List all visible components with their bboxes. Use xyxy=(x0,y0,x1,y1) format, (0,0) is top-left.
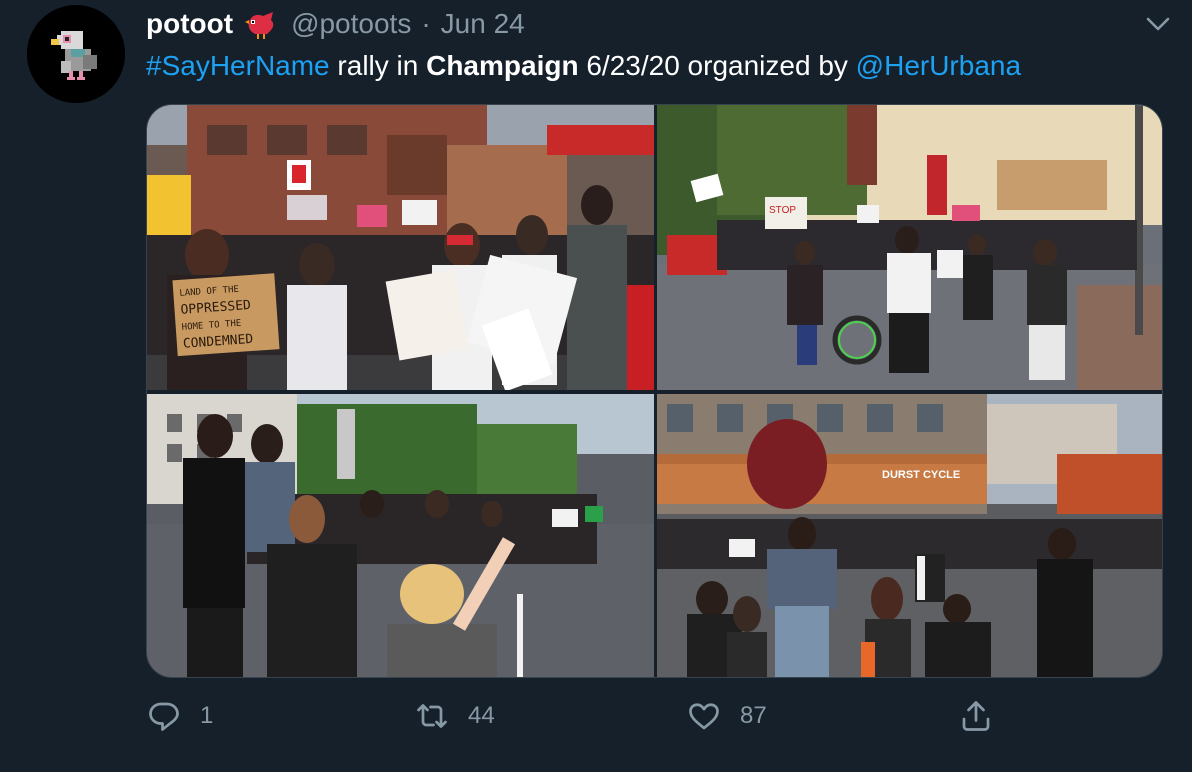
tweet-card[interactable]: potoot @potoots · Jun 24 #SayHerName ral… xyxy=(0,0,1192,772)
bird-emoji-icon xyxy=(245,12,274,39)
reply-button[interactable]: 1 xyxy=(146,698,213,734)
photo-3[interactable] xyxy=(147,394,654,677)
display-name[interactable]: potoot xyxy=(146,8,233,40)
tweet-date[interactable]: Jun 24 xyxy=(441,8,525,40)
pigeon-avatar-icon xyxy=(27,5,125,103)
media-grid: LAND OF THE OPPRESSED HOME TO THE CONDEM… xyxy=(146,104,1163,678)
tweet-text-part2: 6/23/20 organized by xyxy=(578,50,856,81)
handle[interactable]: @potoots xyxy=(291,8,411,40)
store-sign-text: DURST CYCLE xyxy=(882,469,960,481)
tweet-header: potoot @potoots · Jun 24 xyxy=(146,6,525,42)
photo-1[interactable]: LAND OF THE OPPRESSED HOME TO THE CONDEM… xyxy=(147,105,654,390)
reply-icon xyxy=(149,702,179,731)
reply-count: 1 xyxy=(200,702,214,729)
retweet-icon xyxy=(417,704,447,728)
avatar[interactable] xyxy=(27,5,125,103)
action-bar: 1 44 87 xyxy=(146,690,1046,746)
heart-icon xyxy=(689,703,719,730)
mention-link[interactable]: @HerUrbana xyxy=(856,50,1021,81)
tweet-text: #SayHerName rally in Champaign 6/23/20 o… xyxy=(146,46,1021,86)
photo-4[interactable]: DURST CYCLE xyxy=(657,394,1162,677)
retweet-count: 44 xyxy=(468,702,495,729)
share-icon xyxy=(962,701,990,731)
location-text: Champaign xyxy=(426,50,579,81)
separator-dot: · xyxy=(421,8,431,39)
tweet-text-part1: rally in xyxy=(329,50,427,81)
like-button[interactable]: 87 xyxy=(686,698,767,734)
share-button[interactable] xyxy=(958,698,994,734)
photo-2[interactable]: STOP xyxy=(657,105,1162,390)
retweet-button[interactable]: 44 xyxy=(414,698,495,734)
hashtag-link[interactable]: #SayHerName xyxy=(146,50,330,81)
chevron-down-icon[interactable] xyxy=(1144,10,1172,38)
stop-sign-text: STOP xyxy=(769,205,796,216)
like-count: 87 xyxy=(740,702,767,729)
